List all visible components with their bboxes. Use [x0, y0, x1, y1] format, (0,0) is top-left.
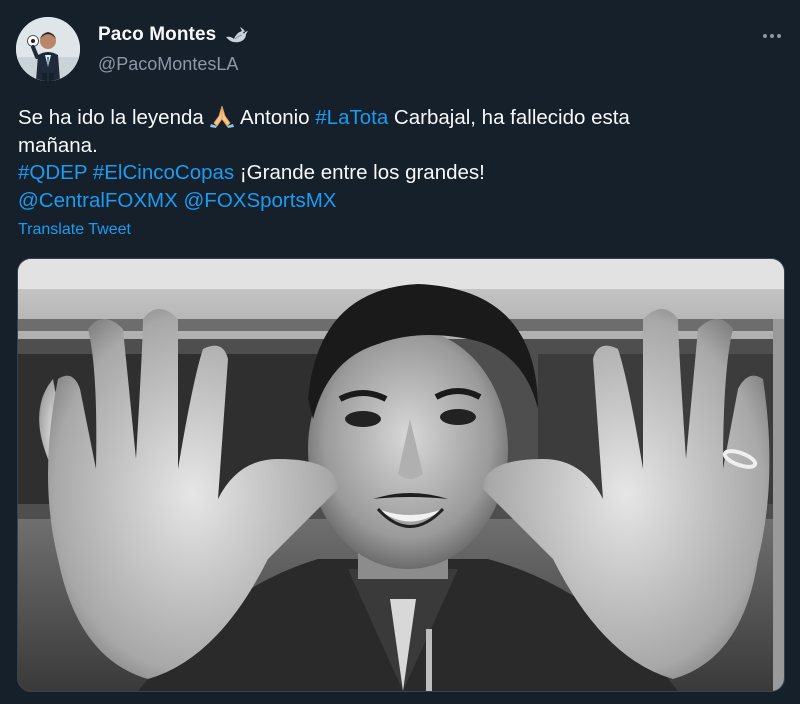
tweet-text: Se ha ido la leyenda Antonio #LaTota Car…: [18, 104, 778, 214]
pray-emoji-icon: [209, 104, 235, 128]
author-display-name[interactable]: Paco Montes: [98, 24, 216, 46]
author-handle[interactable]: @PacoMontesLA: [98, 54, 238, 75]
tweet-line-4: @CentralFOXMX @FOXSportsMX: [18, 187, 778, 215]
tweet-line-2: mañana.: [18, 133, 98, 157]
tweet-text-segment: Antonio: [235, 106, 316, 129]
hashtag-elcincocopas[interactable]: #ElCincoCopas: [93, 161, 234, 184]
hashtag-latota[interactable]: #LaTota: [315, 106, 388, 129]
profile-avatar-icon: [16, 17, 80, 81]
avatar[interactable]: [16, 17, 80, 81]
more-options-button[interactable]: [756, 20, 788, 52]
tweet-line-1: Se ha ido la leyenda Antonio #LaTota Car…: [18, 104, 778, 132]
tweet-line-3: #QDEP #ElCincoCopas ¡Grande entre los gr…: [18, 159, 778, 187]
tweet-photo[interactable]: [17, 258, 785, 692]
tweet-card: Paco Montes @PacoMontesLA Se ha ido la l…: [0, 0, 800, 704]
more-options-icon: [770, 34, 774, 38]
hashtag-qdep[interactable]: #QDEP: [18, 161, 87, 184]
mention-centralfoxmx[interactable]: @CentralFOXMX: [18, 189, 178, 212]
photo-image: [18, 259, 784, 691]
mention-foxsportsmx[interactable]: @FOXSportsMX: [184, 189, 337, 212]
more-options-icon: [763, 34, 767, 38]
tweet-text-segment: Carbajal, ha fallecido esta: [388, 106, 630, 129]
tweet-text-segment: Se ha ido la leyenda: [18, 106, 210, 129]
tweet-text-segment: ¡Grande entre los grandes!: [234, 161, 485, 184]
author-name-row: Paco Montes: [98, 24, 250, 46]
dove-icon: [224, 24, 250, 46]
more-options-icon: [777, 34, 781, 38]
translate-tweet-link[interactable]: Translate Tweet: [18, 221, 131, 239]
